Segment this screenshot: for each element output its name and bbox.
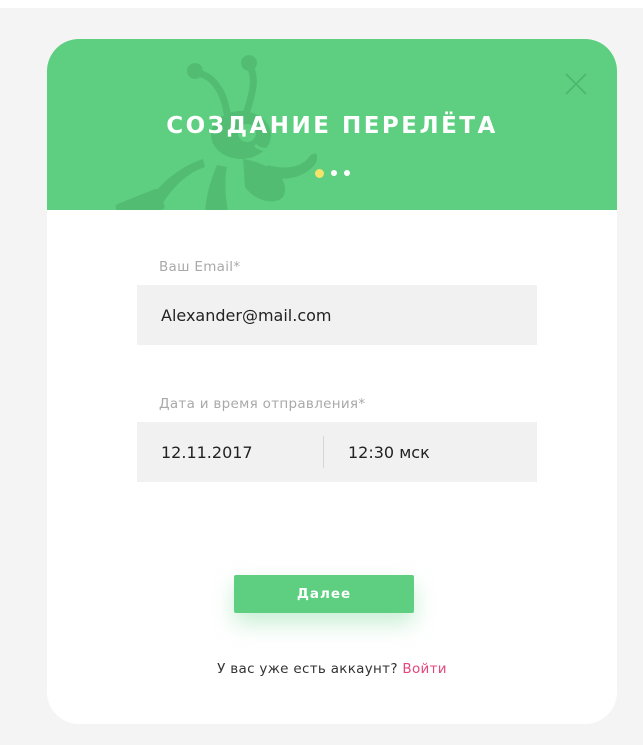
close-button[interactable]	[563, 71, 589, 97]
step-dot-1	[314, 168, 324, 178]
create-flight-modal: СОЗДАНИЕ ПЕРЕЛЁТА Ваш Email* Дата и врем…	[47, 39, 617, 724]
login-link[interactable]: Войти	[402, 661, 446, 677]
email-label: Ваш Email*	[159, 259, 241, 275]
step-dot-3	[343, 170, 350, 176]
email-field[interactable]	[137, 285, 537, 347]
time-section	[324, 422, 537, 484]
departure-time-field[interactable]	[324, 422, 537, 484]
login-prompt: У вас уже есть аккаунт? Войти	[47, 661, 617, 677]
close-icon	[565, 73, 587, 95]
departure-datetime-box	[137, 422, 537, 484]
login-question: У вас уже есть аккаунт?	[217, 661, 403, 677]
step-indicator	[47, 168, 617, 178]
next-button[interactable]: Далее	[234, 575, 414, 613]
email-field-box	[137, 285, 537, 347]
date-section	[137, 422, 324, 484]
departure-label: Дата и время отправления*	[159, 396, 366, 412]
modal-title: СОЗДАНИЕ ПЕРЕЛЁТА	[166, 113, 498, 139]
top-strip	[0, 0, 643, 8]
step-dot-2	[330, 170, 337, 176]
modal-header: СОЗДАНИЕ ПЕРЕЛЁТА	[47, 39, 617, 210]
departure-date-field[interactable]	[137, 422, 324, 484]
